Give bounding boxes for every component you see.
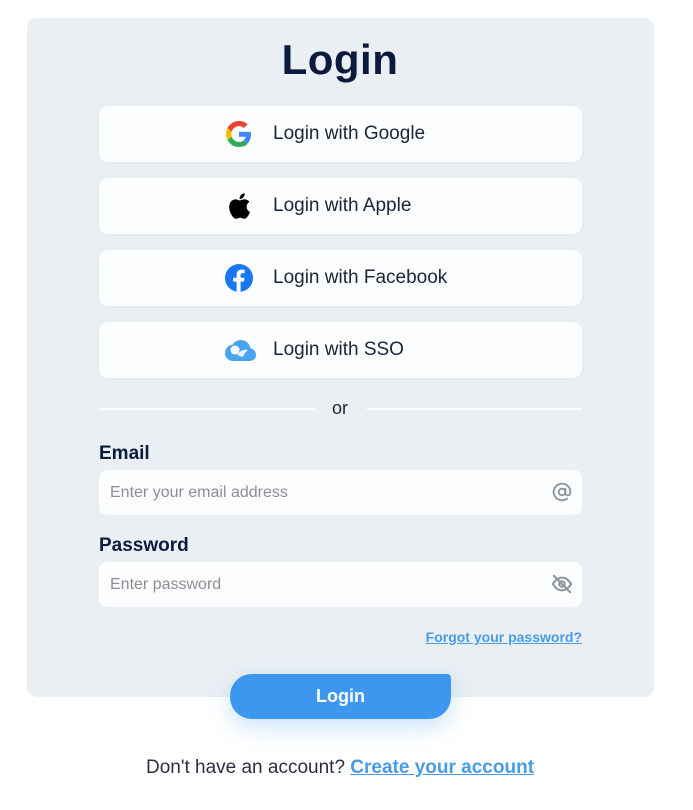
password-label: Password (99, 535, 189, 556)
login-apple-button[interactable]: Login with Apple (99, 178, 582, 234)
login-google-button[interactable]: Login with Google (99, 106, 582, 162)
password-field-wrapper (99, 562, 582, 607)
signup-prompt: Don't have an account? Create your accou… (0, 757, 680, 779)
cloud-icon (223, 336, 257, 364)
divider-left (99, 408, 315, 410)
login-button[interactable]: Login (230, 674, 451, 719)
facebook-icon (225, 264, 253, 292)
login-facebook-button[interactable]: Login with Facebook (99, 250, 582, 306)
page-title: Login (281, 36, 399, 83)
eye-off-icon[interactable] (551, 573, 573, 595)
email-input[interactable] (99, 470, 539, 515)
password-input[interactable] (99, 562, 539, 607)
divider-right (367, 408, 582, 410)
email-label: Email (99, 443, 150, 464)
create-account-link[interactable]: Create your account (350, 757, 534, 778)
apple-icon (225, 192, 253, 220)
divider-or-text: or (331, 398, 348, 418)
email-field-wrapper (99, 470, 582, 515)
forgot-password-link[interactable]: Forgot your password? (426, 629, 582, 645)
signup-prompt-text: Don't have an account? (145, 757, 346, 778)
login-google-label: Login with Google (273, 123, 426, 144)
login-sso-label: Login with SSO (273, 339, 404, 360)
login-apple-label: Login with Apple (273, 195, 412, 216)
at-icon (551, 481, 573, 503)
google-icon (225, 120, 253, 148)
login-sso-button[interactable]: Login with SSO (99, 322, 582, 378)
login-facebook-label: Login with Facebook (273, 267, 448, 288)
